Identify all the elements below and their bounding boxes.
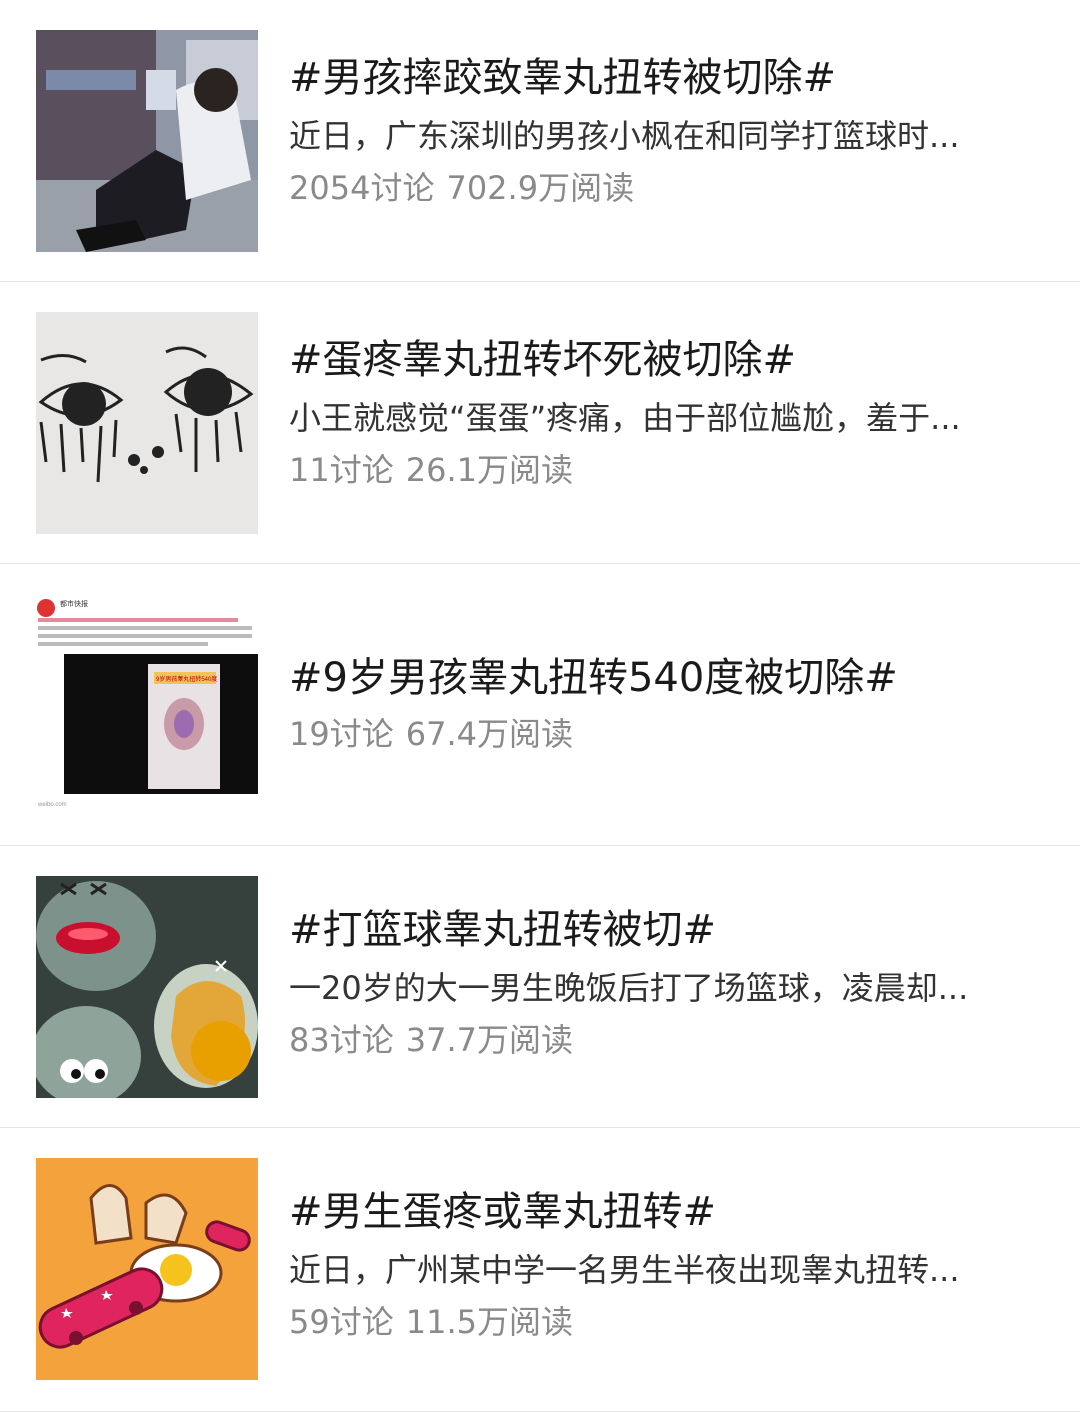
topic-list: #男孩摔跤致睾丸扭转被切除# 近日，广东深圳的男孩小枫在和同学打篮球时... 2… — [0, 0, 1080, 1412]
topic-summary: 一20岁的大一男生晚饭后打了场篮球，凌晨却... — [289, 969, 969, 1007]
topic-title[interactable]: #打篮球睾丸扭转被切# — [289, 904, 1040, 956]
weibo-post-screenshot-icon: 都市快报 9岁男孩睾丸扭转540度 weibo.com — [36, 594, 258, 816]
topic-summary: 近日，广东深圳的男孩小枫在和同学打篮球时... — [289, 117, 960, 155]
topic-item-4[interactable]: #打篮球睾丸扭转被切# 一20岁的大一男生晚饭后打了场篮球，凌晨却... 83讨… — [0, 846, 1080, 1128]
topic-item-2[interactable]: #蛋疼睾丸扭转坏死被切除# 小王就感觉“蛋蛋”疼痛，由于部位尴尬，羞于... 1… — [0, 282, 1080, 564]
topic-item-5[interactable]: #男生蛋疼或睾丸扭转# 近日，广州某中学一名男生半夜出现睾丸扭转... 59讨论… — [0, 1128, 1080, 1412]
read-count: 702.9万阅读 — [446, 169, 635, 207]
topic-stats: 59讨论 11.5万阅读 — [289, 1300, 1040, 1344]
read-count: 11.5万阅读 — [405, 1303, 573, 1341]
thumb-account: 都市快报 — [60, 599, 88, 608]
topic-title[interactable]: #蛋疼睾丸扭转坏死被切除# — [289, 334, 1040, 386]
discussion-count: 11讨论 — [289, 451, 394, 489]
topic-summary: 近日，广州某中学一名男生半夜出现睾丸扭转... — [289, 1251, 960, 1289]
read-count: 67.4万阅读 — [405, 715, 573, 753]
discussion-count: 59讨论 — [289, 1303, 394, 1341]
topic-stats: 11讨论 26.1万阅读 — [289, 448, 1040, 492]
topic-title[interactable]: #男孩摔跤致睾丸扭转被切除# — [289, 52, 1040, 104]
read-count: 26.1万阅读 — [405, 451, 573, 489]
topic-title[interactable]: #男生蛋疼或睾丸扭转# — [289, 1186, 1040, 1238]
cracked-eggs-illustration-icon — [36, 876, 258, 1098]
thumb-footer: weibo.com — [37, 802, 67, 808]
discussion-count: 2054讨论 — [289, 169, 435, 207]
topic-item-1[interactable]: #男孩摔跤致睾丸扭转被切除# 近日，广东深圳的男孩小枫在和同学打篮球时... 2… — [0, 0, 1080, 282]
hospital-waiting-photo-icon — [36, 30, 258, 252]
thumb-banner: 9岁男孩睾丸扭转540度 — [156, 675, 217, 683]
broken-egg-skateboard-illustration-icon — [36, 1158, 258, 1380]
topic-summary: 小王就感觉“蛋蛋”疼痛，由于部位尴尬，羞于... — [289, 399, 961, 437]
discussion-count: 83讨论 — [289, 1021, 394, 1059]
topic-thumbnail[interactable]: 都市快报 9岁男孩睾丸扭转540度 weibo.com — [36, 594, 258, 816]
topic-stats: 19讨论 67.4万阅读 — [289, 712, 1040, 756]
crying-eyes-drawing-icon — [36, 312, 258, 534]
topic-title[interactable]: #9岁男孩睾丸扭转540度被切除# — [289, 652, 1040, 704]
topic-thumbnail[interactable] — [36, 30, 258, 252]
read-count: 37.7万阅读 — [405, 1021, 573, 1059]
topic-stats: 2054讨论 702.9万阅读 — [289, 166, 1040, 210]
topic-thumbnail[interactable] — [36, 1158, 258, 1380]
topic-item-3[interactable]: 都市快报 9岁男孩睾丸扭转540度 weibo.com #9岁男孩睾丸扭转540… — [0, 564, 1080, 846]
topic-thumbnail[interactable] — [36, 312, 258, 534]
topic-stats: 83讨论 37.7万阅读 — [289, 1018, 1040, 1062]
topic-thumbnail[interactable] — [36, 876, 258, 1098]
discussion-count: 19讨论 — [289, 715, 394, 753]
